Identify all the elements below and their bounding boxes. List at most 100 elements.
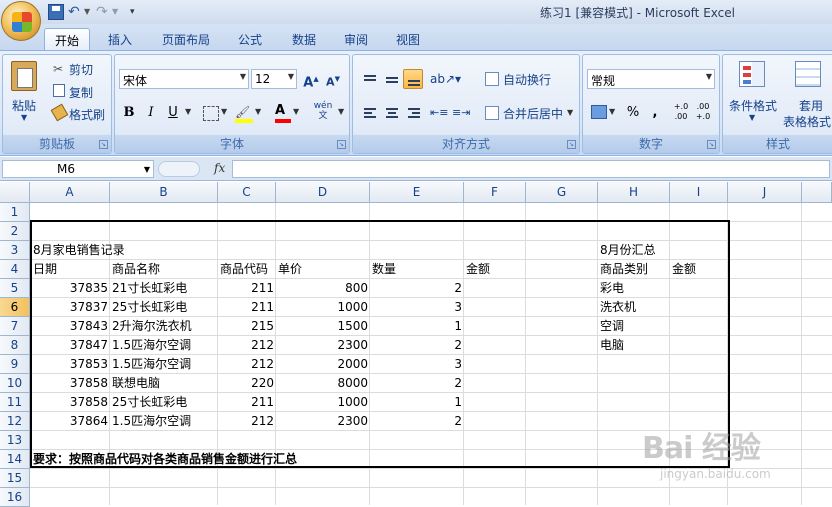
save-icon[interactable] <box>48 4 64 20</box>
column-header-b[interactable]: B <box>110 182 218 203</box>
summary-item[interactable]: 空调 <box>598 317 670 336</box>
fill-dropdown-icon[interactable]: ▼ <box>255 107 261 116</box>
row-header-7[interactable]: 7 <box>0 317 30 336</box>
record-date[interactable]: 37843 <box>30 317 110 336</box>
align-bottom-icon[interactable] <box>403 69 423 89</box>
font-launcher-icon[interactable]: ↘ <box>337 140 346 149</box>
format-table-label-2[interactable]: 表格格式 <box>783 113 831 130</box>
worksheet-grid[interactable]: A B C D E F G H I J 1 2 3 4 5 6 7 8 9 10… <box>0 182 832 507</box>
summary-item[interactable]: 彩电 <box>598 279 670 298</box>
record-date[interactable]: 37835 <box>30 279 110 298</box>
align-left-icon[interactable] <box>359 103 379 123</box>
row-header-4[interactable]: 4 <box>0 260 30 279</box>
phonetic-guide-button[interactable]: wén 文 <box>309 101 337 123</box>
record-qty[interactable]: 3 <box>370 298 464 317</box>
row-header-15[interactable]: 15 <box>0 469 30 488</box>
tab-insert[interactable]: 插入 <box>98 28 142 50</box>
redo-dropdown-icon[interactable]: ▼ <box>112 4 120 20</box>
header-cell-price[interactable]: 单价 <box>276 260 370 279</box>
undo-dropdown-icon[interactable]: ▼ <box>84 4 92 20</box>
decrease-indent-icon[interactable]: ⇤≡ <box>429 103 449 123</box>
header-cell-amount[interactable]: 金额 <box>464 260 526 279</box>
office-button[interactable] <box>1 1 41 41</box>
header-cell-date[interactable]: 日期 <box>31 260 109 279</box>
tab-review[interactable]: 审阅 <box>334 28 378 50</box>
insert-function-button[interactable]: fx <box>214 161 225 175</box>
merge-dropdown-icon[interactable]: ▼ <box>567 108 573 117</box>
clipboard-launcher-icon[interactable]: ↘ <box>99 140 108 149</box>
format-table-icon[interactable] <box>795 61 821 87</box>
summary-header-amount[interactable]: 金额 <box>670 260 728 279</box>
align-top-icon[interactable] <box>359 69 379 89</box>
row-header-6[interactable]: 6 <box>0 298 30 317</box>
record-code[interactable]: 212 <box>218 412 276 431</box>
record-price[interactable]: 2300 <box>276 336 370 355</box>
currency-icon[interactable] <box>591 105 607 119</box>
summary-title-cell[interactable]: 8月份汇总 <box>598 241 698 260</box>
conditional-dropdown-icon[interactable]: ▼ <box>749 113 755 122</box>
record-code[interactable]: 211 <box>218 393 276 412</box>
phonetic-dropdown-icon[interactable]: ▼ <box>338 107 344 116</box>
header-cell-name[interactable]: 商品名称 <box>110 260 218 279</box>
record-price[interactable]: 1000 <box>276 393 370 412</box>
record-qty[interactable]: 2 <box>370 279 464 298</box>
merge-center-button[interactable]: 合并后居中 <box>503 105 563 122</box>
sheet-title-cell[interactable]: 8月家电销售记录 <box>31 241 211 260</box>
select-all-corner[interactable] <box>0 182 30 203</box>
row-header-8[interactable]: 8 <box>0 336 30 355</box>
row-header-12[interactable]: 12 <box>0 412 30 431</box>
row-header-5[interactable]: 5 <box>0 279 30 298</box>
summary-item[interactable]: 洗衣机 <box>598 298 670 317</box>
wrap-text-button[interactable]: 自动换行 <box>503 71 551 88</box>
format-painter-icon[interactable] <box>50 103 69 122</box>
record-price[interactable]: 1000 <box>276 298 370 317</box>
font-name-select[interactable]: 宋体 ▼ <box>119 69 249 89</box>
record-name[interactable]: 21寸长虹彩电 <box>110 279 218 298</box>
record-name[interactable]: 2升海尔洗衣机 <box>110 317 218 336</box>
record-code[interactable]: 211 <box>218 298 276 317</box>
format-painter-button[interactable]: 格式刷 <box>69 106 105 123</box>
currency-dropdown-icon[interactable]: ▼ <box>609 107 615 116</box>
increase-decimal-button[interactable]: +.0 .00 <box>671 101 691 125</box>
percent-button[interactable]: % <box>623 103 643 123</box>
record-qty[interactable]: 2 <box>370 374 464 393</box>
row-header-3[interactable]: 3 <box>0 241 30 260</box>
header-cell-qty[interactable]: 数量 <box>370 260 464 279</box>
record-name[interactable]: 1.5匹海尔空调 <box>110 355 218 374</box>
wrap-text-icon[interactable] <box>485 72 499 86</box>
formula-cancel-icon[interactable] <box>158 161 200 177</box>
row-header-14[interactable]: 14 <box>0 450 30 469</box>
borders-icon[interactable] <box>203 106 219 121</box>
tab-data[interactable]: 数据 <box>282 28 326 50</box>
row-header-16[interactable]: 16 <box>0 488 30 507</box>
tab-home[interactable]: 开始 <box>44 28 91 50</box>
record-price[interactable]: 2000 <box>276 355 370 374</box>
record-price[interactable]: 8000 <box>276 374 370 393</box>
row-header-11[interactable]: 11 <box>0 393 30 412</box>
italic-button[interactable]: I <box>141 103 161 123</box>
row-header-10[interactable]: 10 <box>0 374 30 393</box>
name-box[interactable]: M6 ▼ <box>2 160 154 178</box>
format-table-label-1[interactable]: 套用 <box>799 97 823 114</box>
record-date[interactable]: 37864 <box>30 412 110 431</box>
record-price[interactable]: 2300 <box>276 412 370 431</box>
record-date[interactable]: 37853 <box>30 355 110 374</box>
header-cell-code[interactable]: 商品代码 <box>218 260 276 279</box>
increase-indent-icon[interactable]: ≡⇥ <box>451 103 471 123</box>
copy-icon[interactable] <box>53 84 65 97</box>
record-date[interactable]: 37858 <box>30 374 110 393</box>
font-size-select[interactable]: 12 ▼ <box>251 69 297 89</box>
customize-toolbar-icon[interactable]: ▾ <box>130 4 142 20</box>
conditional-format-icon[interactable] <box>739 61 765 87</box>
column-header-f[interactable]: F <box>464 182 526 203</box>
redo-icon[interactable]: ↷ <box>96 4 112 20</box>
align-center-icon[interactable] <box>381 103 401 123</box>
column-header-i[interactable]: I <box>670 182 728 203</box>
record-price[interactable]: 1500 <box>276 317 370 336</box>
record-code[interactable]: 212 <box>218 336 276 355</box>
paste-button[interactable]: 粘贴 <box>12 97 36 114</box>
conditional-format-button[interactable]: 条件格式 <box>729 97 777 114</box>
underline-dropdown-icon[interactable]: ▼ <box>185 107 191 116</box>
record-name[interactable]: 1.5匹海尔空调 <box>110 336 218 355</box>
column-header-c[interactable]: C <box>218 182 276 203</box>
